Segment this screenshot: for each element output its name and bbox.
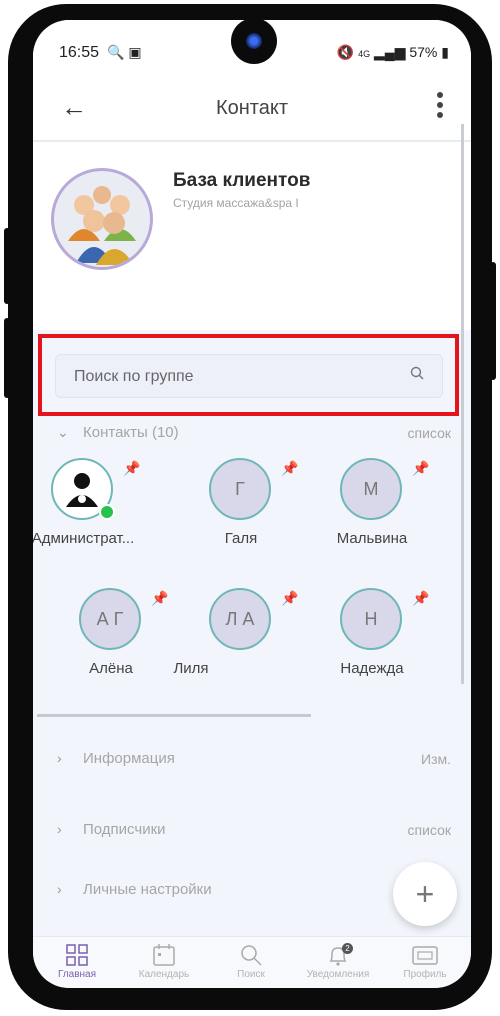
- contact-avatar: М: [340, 458, 402, 520]
- info-edit-link[interactable]: Изм.: [421, 751, 451, 767]
- network-label: 4G: [358, 49, 371, 59]
- side-button: [4, 318, 10, 398]
- volume-button: [4, 228, 10, 304]
- calendar-icon: [120, 941, 208, 969]
- contact-avatar: А Г: [79, 588, 141, 650]
- nav-label: Главная: [57, 969, 97, 980]
- search-icon[interactable]: [410, 366, 424, 384]
- nav-home[interactable]: Главная: [33, 941, 121, 980]
- plus-icon: +: [415, 875, 435, 912]
- battery-icon: ▮: [441, 44, 449, 60]
- search-highlight: Поиск по группе: [38, 334, 459, 416]
- status-time: 16:55: [59, 44, 100, 61]
- profile-card-icon: [381, 941, 469, 969]
- more-vert-icon[interactable]: [437, 92, 445, 122]
- contact-item[interactable]: Н 📌 Надежда: [308, 588, 438, 688]
- section-label: Личные настройки: [83, 881, 212, 898]
- nav-label: Календарь: [138, 969, 190, 980]
- group-name: База клиентов: [173, 170, 311, 191]
- section-label: Информация: [83, 750, 175, 767]
- mute-icon: 🔇: [336, 44, 355, 60]
- people-group-icon: [54, 171, 150, 267]
- search-placeholder: Поиск по группе: [74, 368, 194, 385]
- online-indicator: [99, 504, 115, 520]
- add-fab-button[interactable]: +: [393, 862, 457, 926]
- contact-item[interactable]: 📌 Администрат...: [33, 458, 149, 558]
- nav-notifications[interactable]: 2 Уведомления: [294, 941, 382, 980]
- group-search-input[interactable]: Поиск по группе: [55, 354, 443, 398]
- nav-label: Профиль: [403, 969, 447, 980]
- contact-item[interactable]: Г 📌 Галя: [177, 458, 307, 558]
- contacts-list-link[interactable]: список: [408, 425, 451, 441]
- status-notification-icons: 🔍 ▣: [107, 44, 142, 60]
- subscribers-list-link[interactable]: список: [408, 822, 451, 838]
- nav-label: Поиск: [237, 969, 265, 980]
- contact-name: Администрат...: [33, 530, 135, 547]
- contact-item[interactable]: Л А 📌 Лиля: [173, 588, 307, 688]
- group-header: База клиентов Студия массажа&spa I: [33, 142, 471, 330]
- pin-icon[interactable]: 📌: [281, 590, 298, 607]
- nav-label: Уведомления: [306, 969, 370, 980]
- pin-icon[interactable]: 📌: [412, 590, 429, 607]
- divider: [37, 714, 311, 717]
- page-title: Контакт: [215, 97, 288, 119]
- group-subtitle: Студия массажа&spa I: [173, 196, 299, 210]
- chevron-right-icon: ›: [57, 821, 62, 837]
- notification-badge: 2: [342, 943, 353, 954]
- pin-icon[interactable]: 📌: [412, 460, 429, 477]
- pin-icon[interactable]: 📌: [151, 590, 168, 607]
- chevron-right-icon: ›: [57, 881, 62, 897]
- contact-name: Галя: [224, 530, 258, 547]
- pin-icon[interactable]: 📌: [123, 460, 140, 477]
- contacts-section-label: Контакты (10): [83, 424, 179, 441]
- signal-icon: ▂▄▆: [374, 44, 406, 60]
- nav-profile[interactable]: Профиль: [381, 941, 469, 980]
- scrollbar[interactable]: [461, 124, 464, 684]
- chevron-right-icon: ›: [57, 750, 62, 766]
- info-section-header[interactable]: › Информация Изм.: [33, 748, 471, 772]
- pin-icon[interactable]: 📌: [281, 460, 298, 477]
- bottom-nav: Главная Календарь Поиск 2 Уведомления Пр…: [33, 936, 471, 988]
- contact-name: Надежда: [340, 660, 404, 677]
- contact-avatar: [51, 458, 115, 520]
- contact-name: Мальвина: [336, 530, 408, 547]
- status-right: 🔇 4G ▂▄▆ 57% ▮: [337, 44, 449, 61]
- screen: 16:55 🔍 ▣ 🔇 4G ▂▄▆ 57% ▮ ← Контакт База …: [33, 20, 471, 988]
- nav-search[interactable]: Поиск: [207, 941, 295, 980]
- section-label: Подписчики: [83, 821, 166, 838]
- contact-item[interactable]: М 📌 Мальвина: [308, 458, 438, 558]
- bell-icon: [294, 941, 382, 969]
- admin-user-icon: [66, 473, 98, 507]
- contact-avatar: Л А: [209, 588, 271, 650]
- contacts-section-header[interactable]: ⌄ Контакты (10) список: [33, 422, 471, 446]
- front-camera: [231, 20, 277, 64]
- app-bar: ← Контакт: [33, 80, 471, 140]
- chevron-down-icon: ⌄: [57, 424, 69, 440]
- contact-name: Лиля: [173, 660, 209, 677]
- group-avatar[interactable]: [51, 168, 153, 270]
- nav-calendar[interactable]: Календарь: [120, 941, 208, 980]
- battery-text: 57%: [409, 44, 438, 60]
- contact-avatar: Г: [209, 458, 271, 520]
- home-grid-icon: [33, 941, 121, 969]
- contact-avatar: Н: [340, 588, 402, 650]
- subscribers-section-header[interactable]: › Подписчики список: [33, 819, 471, 843]
- search-icon: [207, 941, 295, 969]
- power-button: [490, 262, 496, 380]
